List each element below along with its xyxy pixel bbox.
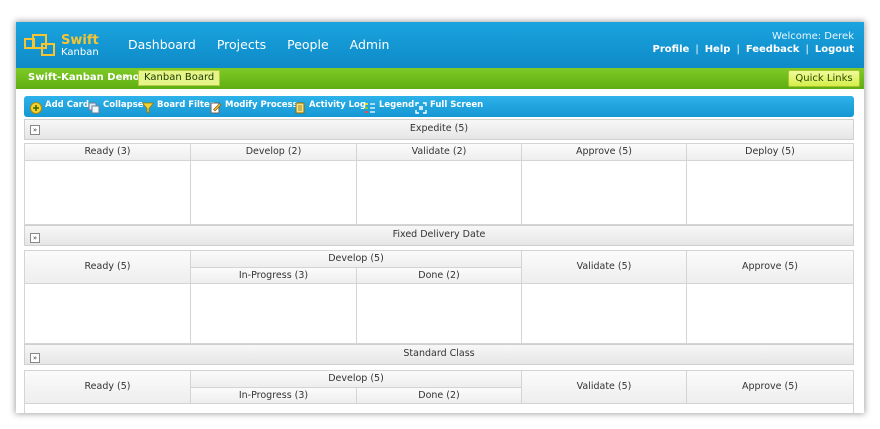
- card-cell-approve[interactable]: [687, 284, 853, 343]
- logo-squares-icon: [24, 34, 55, 56]
- lane-grid-expedite: Ready (3) Develop (2) Validate (2) Appro…: [24, 143, 854, 225]
- log-icon: [294, 99, 306, 114]
- lane-header-expedite: » Expedite (5): [24, 119, 854, 140]
- nav-people[interactable]: People: [287, 37, 329, 52]
- board-filter-label: Board Filter: [157, 100, 214, 110]
- logo-text-kanban: Kanban: [61, 47, 99, 58]
- column-header-ready[interactable]: Ready (5): [25, 251, 191, 284]
- breadcrumb-current[interactable]: Kanban Board: [138, 70, 221, 86]
- link-divider: |: [695, 44, 699, 55]
- column-header-ready[interactable]: Ready (3): [25, 144, 191, 161]
- legend-icon: [364, 99, 376, 113]
- nav-projects[interactable]: Projects: [217, 37, 266, 52]
- column-header-approve[interactable]: Approve (5): [522, 144, 687, 161]
- full-screen-button[interactable]: Full Screen: [415, 99, 484, 114]
- card-cell-ready[interactable]: [25, 161, 191, 224]
- column-header-develop[interactable]: Develop (5): [191, 251, 522, 268]
- swift-kanban-logo[interactable]: Swift Kanban: [24, 30, 104, 60]
- column-header-validate[interactable]: Validate (5): [522, 371, 687, 404]
- legend-label: Legend: [379, 100, 415, 110]
- filter-icon: [141, 99, 155, 114]
- logo-text-swift: Swift: [61, 33, 99, 48]
- lane-title-standard-class: Standard Class: [403, 348, 475, 359]
- collapse-icon: [88, 99, 100, 114]
- main-nav: Dashboard Projects People Admin: [128, 37, 389, 52]
- help-link[interactable]: Help: [705, 44, 731, 55]
- fullscreen-icon: [415, 99, 427, 114]
- card-cell-in-progress[interactable]: [191, 284, 357, 343]
- profile-link[interactable]: Profile: [653, 44, 690, 55]
- column-header-develop[interactable]: Develop (2): [191, 144, 357, 161]
- legend-button[interactable]: Legend: [364, 99, 415, 113]
- add-card-label: Add Card: [45, 100, 89, 110]
- card-cell-validate[interactable]: [357, 161, 522, 224]
- card-cell-ready[interactable]: [25, 284, 191, 343]
- edit-icon: [210, 99, 222, 114]
- nav-admin[interactable]: Admin: [350, 37, 390, 52]
- quick-links-button[interactable]: Quick Links: [788, 70, 860, 87]
- logout-link[interactable]: Logout: [815, 44, 854, 55]
- subcolumn-header-in-progress[interactable]: In-Progress (3): [191, 388, 357, 404]
- welcome-text: Welcome: Derek: [772, 31, 854, 42]
- breadcrumb-bar: Swift-Kanban Demo » Kanban Board Quick L…: [16, 68, 864, 89]
- breadcrumb-separator-icon: »: [122, 71, 129, 82]
- add-card-button[interactable]: Add Card: [30, 99, 89, 114]
- column-header-deploy[interactable]: Deploy (5): [687, 144, 853, 161]
- top-header: Swift Kanban Dashboard Projects People A…: [16, 22, 864, 68]
- collapse-label: Collapse: [103, 100, 144, 110]
- card-cell-approve[interactable]: [522, 161, 687, 224]
- lane-title-fixed-delivery: Fixed Delivery Date: [392, 229, 486, 240]
- nav-dashboard[interactable]: Dashboard: [128, 37, 196, 52]
- subcolumn-header-done[interactable]: Done (2): [357, 268, 522, 284]
- lane-header-fixed-delivery: » Fixed Delivery Date: [24, 225, 854, 246]
- collapse-button[interactable]: Collapse: [88, 99, 144, 114]
- column-header-approve[interactable]: Approve (5): [687, 251, 853, 284]
- add-icon: [30, 99, 42, 114]
- subcolumn-header-done[interactable]: Done (2): [357, 388, 522, 404]
- modify-process-label: Modify Process: [225, 100, 298, 110]
- lane-grid-fixed-delivery: Ready (5) Develop (5) In-Progress (3) Do…: [24, 250, 854, 344]
- column-header-develop[interactable]: Develop (5): [191, 371, 522, 388]
- user-links: Profile | Help | Feedback | Logout: [653, 44, 854, 55]
- modify-process-button[interactable]: Modify Process: [210, 99, 298, 114]
- column-header-approve[interactable]: Approve (5): [687, 371, 853, 404]
- activity-log-label: Activity Log: [309, 100, 366, 110]
- card-cell-done[interactable]: [357, 284, 522, 343]
- link-divider: |: [736, 44, 740, 55]
- card-cell-deploy[interactable]: [687, 161, 853, 224]
- board-filter-button[interactable]: Board Filter: [141, 99, 214, 114]
- feedback-link[interactable]: Feedback: [746, 44, 800, 55]
- lane-title-expedite: Expedite (5): [409, 123, 469, 134]
- lane-header-standard-class: » Standard Class: [24, 344, 854, 365]
- app-window: Swift Kanban Dashboard Projects People A…: [16, 22, 864, 413]
- column-header-validate[interactable]: Validate (2): [357, 144, 522, 161]
- subcolumn-header-in-progress[interactable]: In-Progress (3): [191, 268, 357, 284]
- lane-grid-standard-class: Ready (5) Develop (5) In-Progress (3) Do…: [24, 370, 854, 413]
- full-screen-label: Full Screen: [430, 100, 484, 110]
- column-header-validate[interactable]: Validate (5): [522, 251, 687, 284]
- column-header-ready[interactable]: Ready (5): [25, 371, 191, 404]
- link-divider: |: [805, 44, 809, 55]
- card-cell-develop[interactable]: [191, 161, 357, 224]
- card-cell-validate[interactable]: [522, 284, 687, 343]
- activity-log-button[interactable]: Activity Log: [294, 99, 366, 114]
- board-toolbar: Add Card Collapse Board Filter Modify Pr…: [24, 96, 854, 117]
